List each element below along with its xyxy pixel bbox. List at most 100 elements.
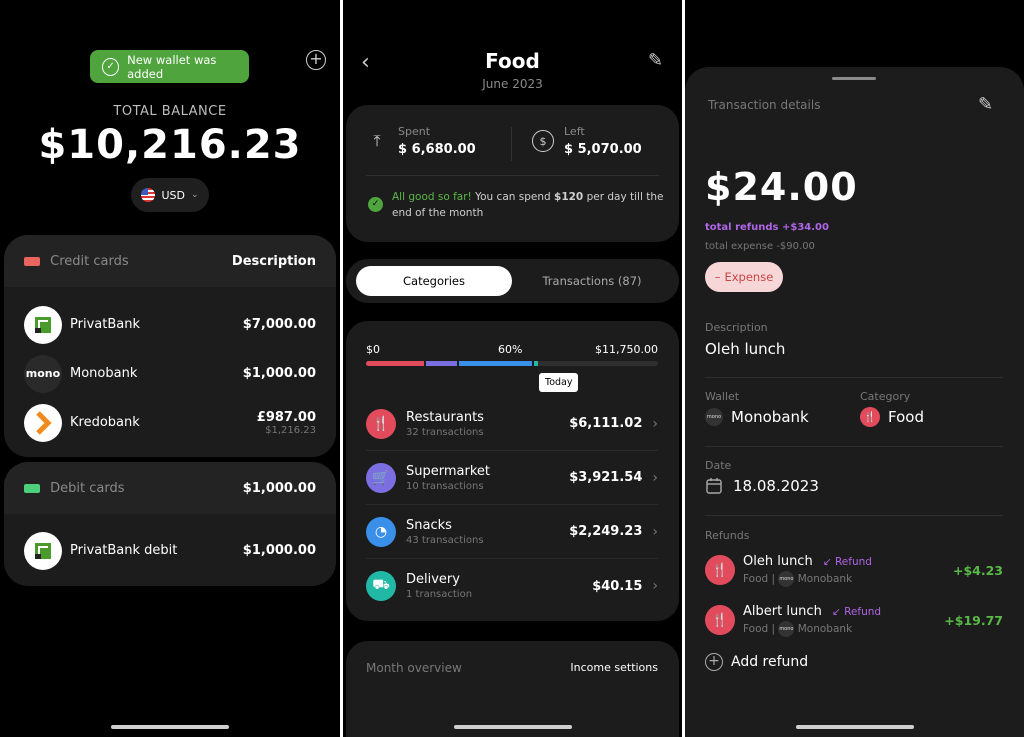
divider [366, 175, 659, 176]
category-row-supermarket[interactable]: 🛒 Supermarket 10 transactions $3,921.54 … [366, 451, 658, 505]
wallet-row-privatbank[interactable]: PrivatBank $7,000.00 [4, 300, 336, 349]
tab-transactions[interactable]: Transactions (87) [512, 266, 672, 296]
category-label: Category [860, 390, 911, 403]
edit-pencil-icon[interactable]: ✎ [648, 50, 663, 71]
debit-card-icon [24, 483, 40, 493]
home-indicator[interactable] [795, 725, 914, 729]
wallet-amount: $1,000.00 [242, 543, 316, 558]
sheet-title: Transaction details [708, 98, 821, 112]
debit-cards-header[interactable]: Debit cards $1,000.00 [4, 462, 336, 514]
left-label: Left [564, 125, 585, 138]
minus-icon: – [714, 270, 721, 284]
fork-knife-icon: 🍴 [366, 408, 396, 439]
page-subtitle: June 2023 [482, 77, 543, 91]
wallet-row-privatbank-debit[interactable]: PrivatBank debit $1,000.00 [4, 526, 336, 575]
description-label: Description [705, 321, 768, 334]
expense-type-badge[interactable]: – Expense [705, 262, 783, 292]
monobank-logo-icon: mono [24, 354, 62, 393]
monobank-logo-icon: mono [705, 408, 723, 426]
left-value: $ 5,070.00 [564, 142, 642, 157]
category-amount: $2,249.23 [569, 524, 643, 539]
wallet-name: PrivatBank [70, 317, 140, 332]
month-overview-card: Month overview Income settions [346, 641, 679, 737]
tab-categories[interactable]: Categories [356, 266, 512, 296]
divider [511, 127, 512, 161]
add-refund-button[interactable]: + Add refund [705, 653, 808, 671]
transaction-details-screen: Transaction details ✎ $24.00 total refun… [685, 0, 1024, 737]
income-settings-link[interactable]: Income settions [570, 661, 658, 674]
category-row-delivery[interactable]: ⛟ Delivery 1 transaction $40.15 › [366, 559, 658, 613]
refund-row[interactable]: 🍴 Oleh lunch ↙ Refund Food | mono Monoba… [705, 552, 1003, 588]
wallet-amount: £987.00 [256, 409, 316, 425]
add-wallet-button[interactable]: + [306, 50, 326, 70]
date-field[interactable]: 18.08.2023 [705, 477, 819, 495]
category-count: 10 transactions [406, 480, 484, 492]
category-field[interactable]: 🍴 Food [860, 407, 924, 427]
bar-segment-restaurants [366, 361, 424, 366]
status-good: All good so far! [392, 191, 472, 203]
monobank-logo-icon: mono [778, 570, 795, 587]
description-toggle[interactable]: Description [232, 254, 316, 269]
category-name: Supermarket [406, 463, 490, 479]
currency-code: USD [161, 188, 185, 202]
total-balance-value: $10,216.23 [38, 122, 302, 168]
wallet-row-kredobank[interactable]: Kredobank £987.00 $1,216.23 [4, 398, 336, 447]
divider [705, 377, 1003, 378]
currency-selector[interactable]: USD ⌄ [131, 178, 209, 212]
page-title: Food [485, 49, 540, 73]
credit-card-icon [24, 256, 40, 266]
snack-icon: ◔ [366, 516, 396, 547]
upload-icon: ⤒ [373, 131, 381, 150]
refund-name: Oleh lunch [743, 553, 813, 569]
wallet-value: Monobank [731, 408, 809, 426]
category-name: Restaurants [406, 409, 484, 425]
progress-percent: 60% [498, 343, 523, 356]
refund-category: Food [743, 572, 769, 585]
status-amount: $120 [554, 191, 584, 203]
refunds-label: Refunds [705, 529, 750, 542]
sheet-grabber[interactable] [832, 77, 876, 80]
category-name: Snacks [406, 517, 452, 533]
home-indicator[interactable] [111, 725, 229, 729]
edit-pencil-icon[interactable]: ✎ [978, 94, 993, 115]
category-count: 32 transactions [406, 426, 484, 438]
plus-circle-icon: + [705, 653, 723, 671]
chevron-right-icon: › [652, 415, 658, 432]
refund-row[interactable]: 🍴 Albert lunch ↙ Refund Food | mono Mono… [705, 602, 1003, 638]
category-value: Food [888, 408, 924, 426]
wallet-amount-converted: $1,216.23 [265, 424, 316, 436]
category-row-restaurants[interactable]: 🍴 Restaurants 32 transactions $6,111.02 … [366, 397, 658, 451]
home-indicator[interactable] [453, 725, 572, 729]
calendar-icon [706, 478, 722, 494]
credit-cards-header[interactable]: Credit cards Description [4, 235, 336, 287]
description-value[interactable]: Oleh lunch [705, 340, 785, 358]
spent-label: Spent [398, 125, 431, 138]
refund-wallet: Monobank [797, 622, 853, 635]
refund-tag-label: Refund [844, 605, 882, 618]
wallet-label: Wallet [705, 390, 740, 403]
refund-amount: +$4.23 [952, 562, 1003, 578]
chevron-right-icon: › [652, 578, 658, 594]
date-value: 18.08.2023 [733, 477, 819, 495]
total-refunds: total refunds +$34.00 [705, 222, 829, 233]
wallet-amount: $7,000.00 [242, 317, 316, 332]
wallet-name: Monobank [70, 366, 138, 381]
fork-knife-icon: 🍴 [705, 555, 735, 585]
category-row-snacks[interactable]: ◔ Snacks 43 transactions $2,249.23 › [366, 505, 658, 559]
refund-tag: ↙ Refund [822, 555, 872, 568]
check-circle-icon: ✓ [368, 197, 383, 212]
category-name: Delivery [406, 572, 460, 587]
wallet-row-monobank[interactable]: mono Monobank $1,000.00 [4, 349, 336, 398]
wallet-field[interactable]: mono Monobank [705, 408, 809, 426]
category-count: 1 transaction [406, 589, 473, 600]
credit-cards-panel: Credit cards Description PrivatBank $7,0… [4, 235, 336, 457]
chevron-right-icon: › [652, 523, 658, 540]
divider [705, 515, 1003, 516]
category-amount: $3,921.54 [569, 470, 643, 485]
debit-cards-panel: Debit cards $1,000.00 PrivatBank debit $… [4, 462, 336, 586]
truck-icon: ⛟ [366, 571, 396, 601]
category-count: 43 transactions [406, 534, 484, 546]
us-flag-icon [141, 188, 156, 202]
expense-type-label: Expense [724, 270, 774, 284]
month-overview-title: Month overview [366, 661, 462, 675]
